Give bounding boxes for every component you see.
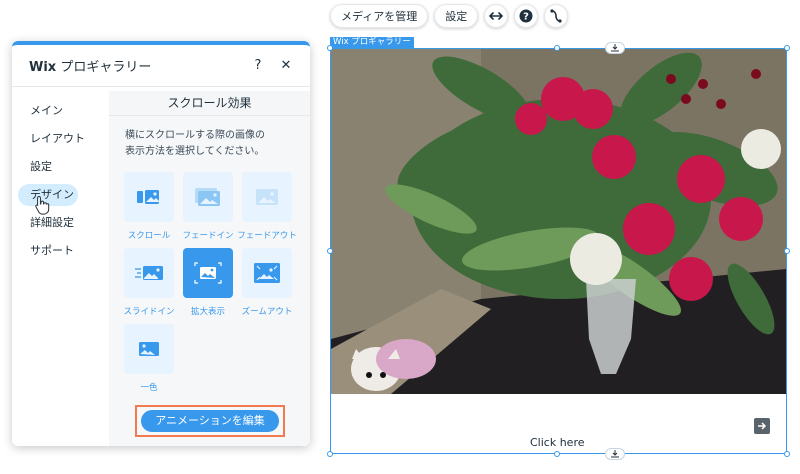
sidebar-item-advanced[interactable]: 詳細設定 xyxy=(12,209,109,237)
resize-handle[interactable] xyxy=(784,248,790,254)
gallery-photo[interactable] xyxy=(331,49,786,394)
expand-icon xyxy=(183,248,233,298)
sidebar-item-main[interactable]: メイン xyxy=(12,97,109,125)
top-toolbar: メディアを管理 設定 ? xyxy=(330,4,569,28)
resize-handle[interactable] xyxy=(554,451,560,457)
scroll-effect-options: スクロール フェードイン フェードアウト スライドイン 拡大表示 ズームアウト … xyxy=(120,172,297,393)
help-button[interactable]: ? xyxy=(248,58,268,73)
stretch-icon[interactable] xyxy=(484,4,509,28)
close-button[interactable]: ✕ xyxy=(276,58,296,73)
option-label: 一色 xyxy=(140,383,158,393)
sidebar-item-design[interactable]: デザイン xyxy=(12,181,109,215)
fade-out-icon xyxy=(242,172,292,222)
sidebar-item-label: サポート xyxy=(30,244,74,257)
stretch-bottom-handle[interactable] xyxy=(605,448,625,460)
resize-handle[interactable] xyxy=(327,45,333,51)
sidebar: メイン レイアウト 設定 デザイン 詳細設定 サポート xyxy=(12,91,109,446)
option-scroll[interactable]: スクロール xyxy=(120,172,178,241)
fade-in-icon xyxy=(183,172,233,222)
panel-title: Wix プロギャラリー xyxy=(29,56,240,75)
option-one-color[interactable]: 一色 xyxy=(120,324,178,393)
section-description: 横にスクロールする際の画像の表示方法を選択してください。 xyxy=(125,130,265,157)
panel-title-brand: Wix xyxy=(29,60,57,75)
settings-button[interactable]: 設定 xyxy=(434,4,479,28)
option-label: 拡大表示 xyxy=(190,307,225,317)
help-icon[interactable]: ? xyxy=(514,4,539,28)
design-content: スクロール効果 横にスクロールする際の画像の表示方法を選択してください。 スクロ… xyxy=(109,91,310,446)
resize-handle[interactable] xyxy=(784,451,790,457)
option-label: フェードイン xyxy=(182,231,234,241)
edit-animation-highlight: アニメーションを編集 xyxy=(135,405,285,437)
panel-header: Wix プロギャラリー ? ✕ xyxy=(12,45,310,87)
option-fade-in[interactable]: フェードイン xyxy=(179,172,237,241)
option-fade-out[interactable]: フェードアウト xyxy=(237,172,297,241)
zoom-out-icon xyxy=(242,248,292,298)
click-here-text[interactable]: Click here xyxy=(530,436,585,449)
option-label: ズームアウト xyxy=(241,307,293,317)
slide-in-icon xyxy=(124,248,174,298)
panel-title-text: プロギャラリー xyxy=(56,60,152,75)
resize-handle[interactable] xyxy=(554,45,560,51)
option-label: スライドイン xyxy=(123,307,175,317)
section-title: スクロール効果 xyxy=(109,91,310,116)
manage-media-button[interactable]: メディアを管理 xyxy=(330,4,429,28)
sidebar-item-support[interactable]: サポート xyxy=(12,237,109,265)
panel-body: メイン レイアウト 設定 デザイン 詳細設定 サポート スクロール効果 横にスク… xyxy=(12,91,310,446)
option-label: フェードアウト xyxy=(237,231,297,241)
resize-handle[interactable] xyxy=(327,451,333,457)
resize-handle[interactable] xyxy=(327,248,333,254)
stretch-top-handle[interactable] xyxy=(605,42,625,54)
option-slide-in[interactable]: スライドイン xyxy=(120,248,178,317)
gallery-tag[interactable]: Wix プロギャラリー xyxy=(330,37,414,48)
sidebar-item-label: 詳細設定 xyxy=(30,216,74,229)
sidebar-item-label: レイアウト xyxy=(30,132,85,145)
one-color-icon xyxy=(124,324,174,374)
pro-gallery-settings-panel: Wix プロギャラリー ? ✕ メイン レイアウト 設定 デザイン 詳細設定 サ… xyxy=(12,41,310,446)
sidebar-item-settings[interactable]: 設定 xyxy=(12,153,109,181)
option-zoom-out[interactable]: ズームアウト xyxy=(238,248,296,317)
animation-icon[interactable] xyxy=(544,4,569,28)
option-expand[interactable]: 拡大表示 xyxy=(179,248,237,317)
next-arrow-icon[interactable] xyxy=(754,418,770,434)
svg-text:?: ? xyxy=(523,12,529,23)
sidebar-item-layout[interactable]: レイアウト xyxy=(12,125,109,153)
sidebar-item-label: 設定 xyxy=(30,160,52,173)
resize-handle[interactable] xyxy=(784,45,790,51)
edit-animation-button[interactable]: アニメーションを編集 xyxy=(141,410,279,432)
sidebar-item-label: メイン xyxy=(30,104,63,117)
scroll-icon xyxy=(124,172,174,222)
option-label: スクロール xyxy=(127,231,171,241)
